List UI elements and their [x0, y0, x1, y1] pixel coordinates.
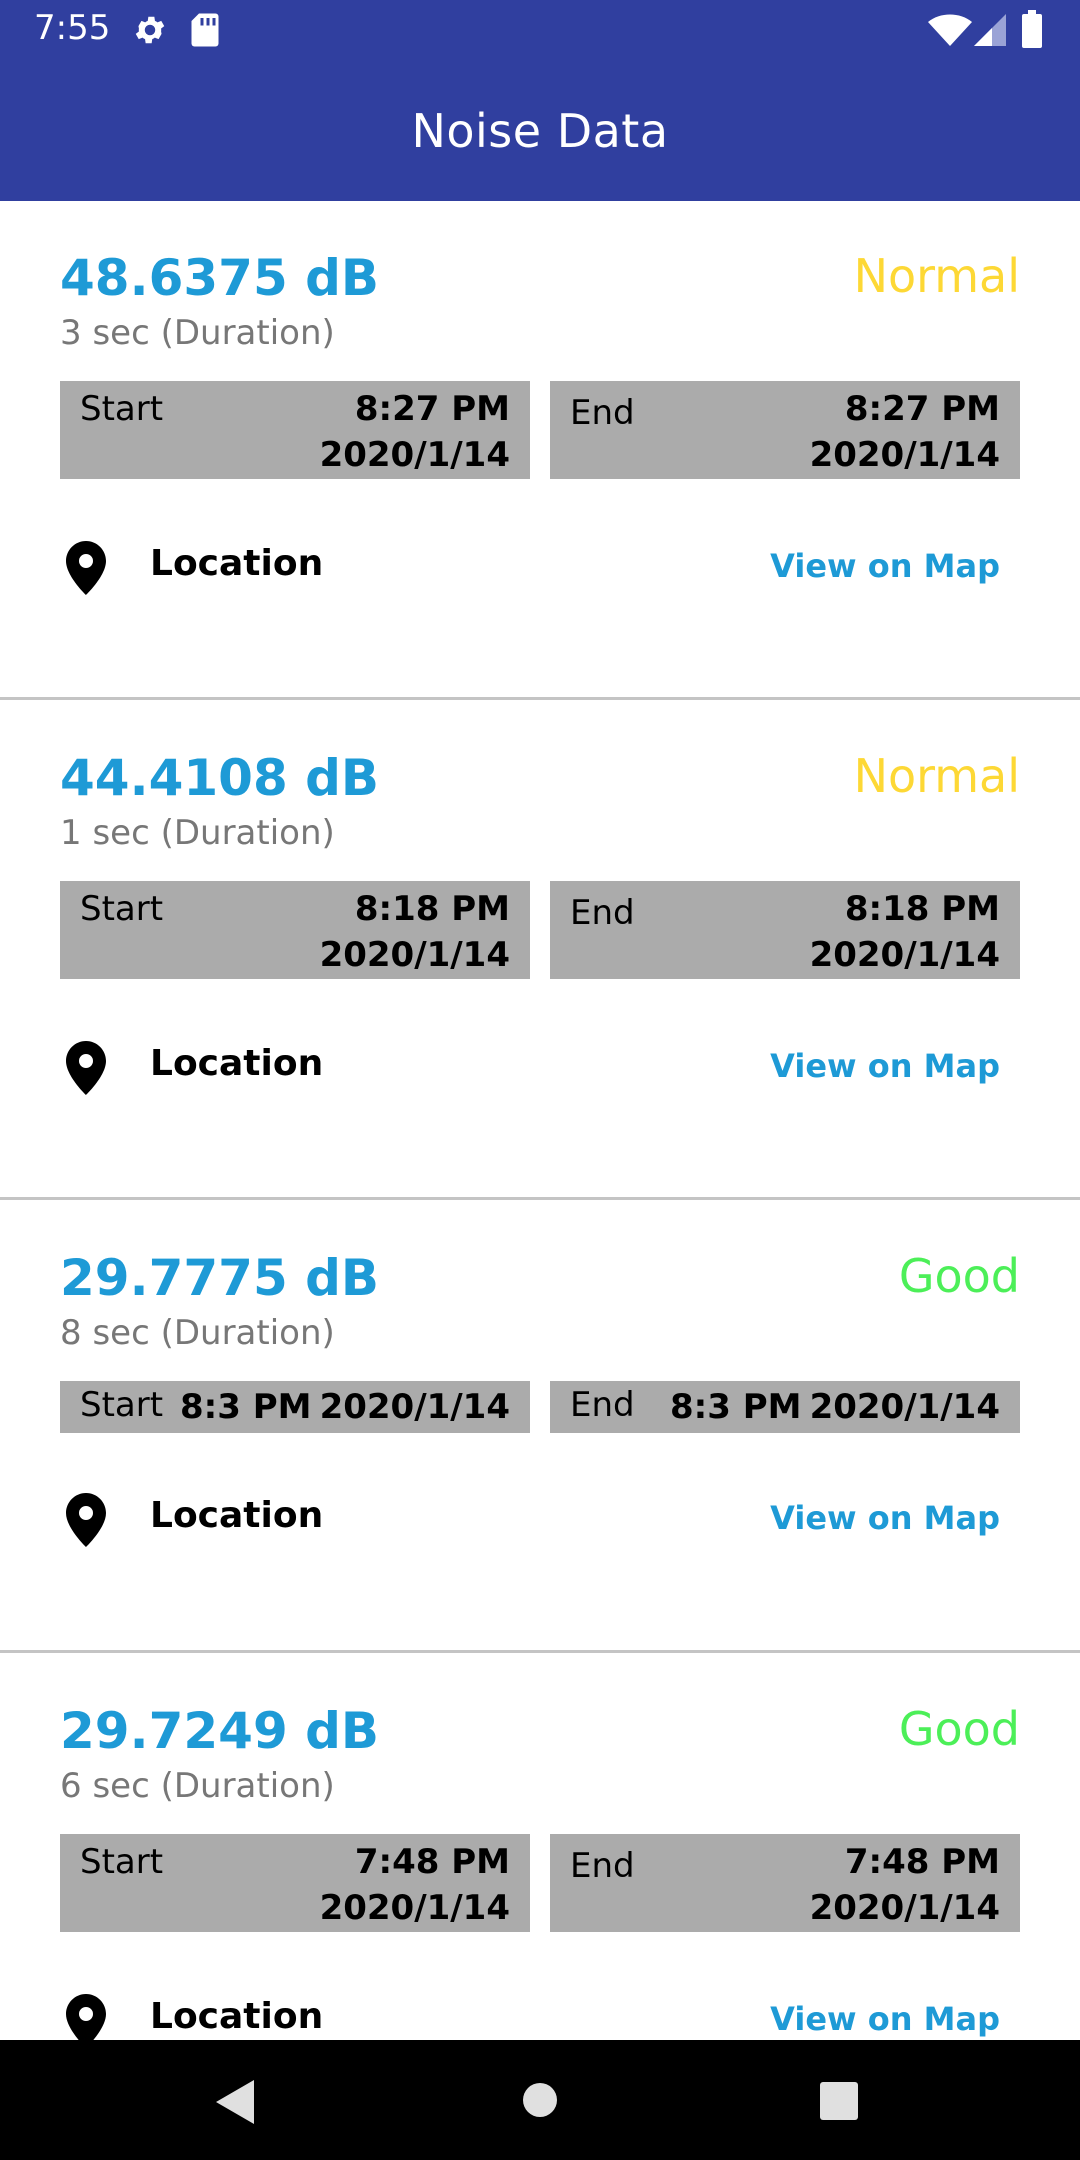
- end-time: 8:3 PM: [670, 1387, 802, 1427]
- start-time: 7:48 PM: [354, 1842, 510, 1882]
- noise-record-card[interactable]: 44.4108 dB Normal 1 sec (Duration) Start…: [0, 701, 1080, 1200]
- end-label: End: [570, 1846, 635, 1886]
- location-label: Location: [150, 543, 324, 584]
- location-label: Location: [150, 1495, 324, 1536]
- location-pin-icon: [66, 1041, 106, 1099]
- gear-icon: [132, 12, 168, 52]
- location-row: Location View on Map: [60, 1994, 1020, 2040]
- start-date: 2020/1/14: [319, 1387, 510, 1427]
- db-value: 29.7249 dB: [60, 1702, 380, 1760]
- noise-record-card[interactable]: 48.6375 dB Normal 3 sec (Duration) Start…: [0, 201, 1080, 700]
- duration-text: 6 sec (Duration): [60, 1766, 335, 1806]
- view-on-map-link[interactable]: View on Map: [770, 2000, 1000, 2038]
- end-date: 2020/1/14: [809, 435, 1000, 475]
- status-bar: 7:55: [0, 0, 1080, 60]
- view-on-map-link[interactable]: View on Map: [770, 1499, 1000, 1537]
- view-on-map-link[interactable]: View on Map: [770, 1047, 1000, 1085]
- noise-record-card[interactable]: 29.7775 dB Good 8 sec (Duration) Start 8…: [0, 1201, 1080, 1653]
- noise-status: Normal: [853, 249, 1020, 303]
- end-date: 2020/1/14: [809, 1387, 1000, 1427]
- location-pin-icon: [66, 1994, 106, 2040]
- start-date: 2020/1/14: [319, 435, 510, 475]
- start-label: Start: [80, 1385, 164, 1425]
- start-label: Start: [80, 389, 164, 429]
- end-label: End: [570, 893, 635, 933]
- app-bar: Noise Data: [0, 60, 1080, 201]
- noise-status: Good: [898, 1702, 1020, 1756]
- recents-icon[interactable]: [820, 2082, 858, 2124]
- start-time-box: Start 7:48 PM 2020/1/14: [60, 1834, 530, 1932]
- db-value: 29.7775 dB: [60, 1249, 380, 1307]
- end-time: 8:27 PM: [844, 389, 1000, 429]
- noise-status: Normal: [853, 749, 1020, 803]
- location-pin-icon: [66, 541, 106, 599]
- end-label: End: [570, 393, 635, 433]
- location-row: Location View on Map: [60, 1493, 1020, 1553]
- noise-status: Good: [898, 1249, 1020, 1303]
- back-icon[interactable]: [216, 2080, 256, 2128]
- start-time-box: Start 8:18 PM 2020/1/14: [60, 881, 530, 979]
- battery-icon: [1022, 10, 1042, 52]
- noise-record-card[interactable]: 29.7249 dB Good 6 sec (Duration) Start 7…: [0, 1654, 1080, 2040]
- page-title: Noise Data: [411, 103, 669, 158]
- navigation-bar: [0, 2040, 1080, 2160]
- location-row: Location View on Map: [60, 1041, 1020, 1101]
- noise-record-list[interactable]: 48.6375 dB Normal 3 sec (Duration) Start…: [0, 201, 1080, 2040]
- end-time-box: End 7:48 PM 2020/1/14: [550, 1834, 1020, 1932]
- db-value: 44.4108 dB: [60, 749, 380, 807]
- start-date: 2020/1/14: [319, 1888, 510, 1928]
- status-time: 7:55: [34, 8, 111, 48]
- end-date: 2020/1/14: [809, 1888, 1000, 1928]
- end-time: 7:48 PM: [844, 1842, 1000, 1882]
- duration-text: 1 sec (Duration): [60, 813, 335, 853]
- start-time: 8:3 PM: [180, 1387, 312, 1427]
- view-on-map-link[interactable]: View on Map: [770, 547, 1000, 585]
- duration-text: 3 sec (Duration): [60, 313, 335, 353]
- start-date: 2020/1/14: [319, 935, 510, 975]
- end-time-box: End 8:27 PM 2020/1/14: [550, 381, 1020, 479]
- duration-text: 8 sec (Duration): [60, 1313, 335, 1353]
- location-pin-icon: [66, 1493, 106, 1551]
- end-date: 2020/1/14: [809, 935, 1000, 975]
- home-icon[interactable]: [522, 2082, 558, 2122]
- start-time: 8:18 PM: [354, 889, 510, 929]
- start-time: 8:27 PM: [354, 389, 510, 429]
- db-value: 48.6375 dB: [60, 249, 380, 307]
- sd-card-icon: [190, 12, 220, 52]
- location-label: Location: [150, 1043, 324, 1084]
- start-time-box: Start 8:27 PM 2020/1/14: [60, 381, 530, 479]
- end-label: End: [570, 1385, 635, 1425]
- start-label: Start: [80, 1842, 164, 1882]
- cell-signal-icon: [974, 14, 1006, 50]
- wifi-icon: [928, 14, 972, 50]
- location-row: Location View on Map: [60, 541, 1020, 601]
- end-time-box: End 8:18 PM 2020/1/14: [550, 881, 1020, 979]
- start-label: Start: [80, 889, 164, 929]
- end-time: 8:18 PM: [844, 889, 1000, 929]
- start-time-box: Start 8:3 PM 2020/1/14: [60, 1381, 530, 1433]
- location-label: Location: [150, 1996, 324, 2037]
- end-time-box: End 8:3 PM 2020/1/14: [550, 1381, 1020, 1433]
